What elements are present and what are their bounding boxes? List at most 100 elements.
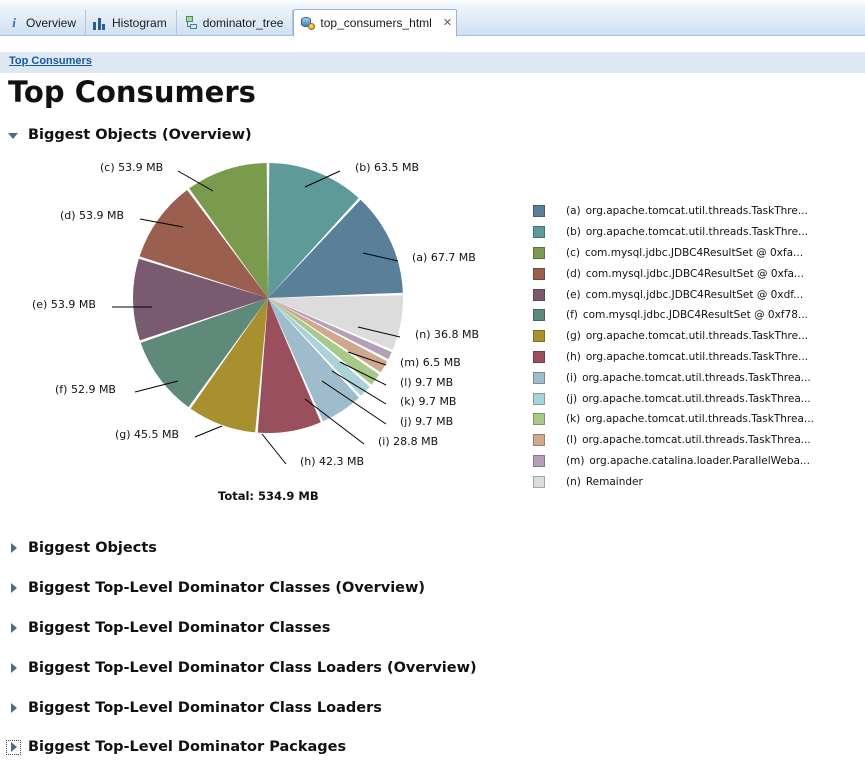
tab-overview[interactable]: i Overview (0, 10, 87, 36)
section-label: Biggest Top-Level Dominator Class Loader… (28, 660, 477, 676)
legend-label: Remainder (585, 475, 643, 488)
application-window: i Overview Histogram dominator_tree top_cons… (0, 0, 865, 769)
page-title: Top Consumers (8, 75, 256, 109)
legend-key: (k) (566, 413, 581, 426)
legend-item[interactable]: (g) org.apache.tomcat.util.threads.TaskTh… (533, 326, 814, 347)
legend-key: (a) (566, 205, 581, 218)
legend-label: org.apache.tomcat.util.threads.TaskThre.… (585, 205, 808, 218)
editor-tab-bar: i Overview Histogram dominator_tree top_cons… (0, 0, 865, 37)
legend-swatch (533, 330, 545, 343)
legend-swatch (533, 434, 545, 447)
chevron-right-icon[interactable] (8, 622, 19, 634)
tab-label: top_consumers_html (320, 16, 432, 30)
legend-swatch (533, 350, 545, 363)
legend-label: org.apache.tomcat.util.threads.TaskThre.… (585, 330, 809, 343)
breadcrumb-link-top-consumers[interactable]: Top Consumers (9, 55, 92, 67)
legend-label: com.mysql.jdbc.JDBC4ResultSet @ 0xfa... (585, 267, 804, 280)
chart-legend: (a) org.apache.tomcat.util.threads.TaskTh… (533, 201, 814, 492)
legend-label: org.apache.catalina.loader.ParallelWeba.… (589, 454, 810, 467)
pie-data-label-a: (a) 67.7 MB (412, 251, 476, 264)
legend-key: (f) (566, 309, 578, 322)
legend-label: com.mysql.jdbc.JDBC4ResultSet @ 0xdf... (585, 288, 804, 301)
legend-key: (h) (566, 350, 581, 363)
pie-data-label-i: (i) 28.8 MB (378, 435, 438, 448)
legend-label: org.apache.tomcat.util.threads.TaskThrea… (582, 392, 811, 405)
pie-data-label-n: (n) 36.8 MB (415, 328, 479, 341)
close-icon[interactable]: ✕ (443, 17, 452, 29)
section-label: Biggest Top-Level Dominator Classes (28, 620, 331, 636)
legend-item[interactable]: (k) org.apache.tomcat.util.threads.TaskTh… (533, 409, 814, 430)
chevron-down-icon[interactable] (8, 130, 19, 141)
legend-swatch (533, 392, 545, 405)
legend-key: (b) (566, 226, 581, 239)
legend-key: (g) (566, 330, 581, 343)
pie-data-label-e: (e) 53.9 MB (32, 298, 96, 311)
section-header-biggest-top-level-dominator-class-loaders[interactable]: Biggest Top-Level Dominator Class Loader… (8, 700, 382, 716)
legend-item[interactable]: (a) org.apache.tomcat.util.threads.TaskTh… (533, 201, 814, 222)
section-header-biggest-top-level-dominator-class-loaders-overview[interactable]: Biggest Top-Level Dominator Class Loader… (8, 660, 477, 676)
pie-data-label-b: (b) 63.5 MB (355, 161, 419, 174)
legend-item[interactable]: (f) com.mysql.jdbc.JDBC4ResultSet @ 0xf78… (533, 305, 814, 326)
legend-swatch (533, 413, 545, 426)
section-header-biggest-objects[interactable]: Biggest Objects (8, 540, 157, 556)
section-label: Biggest Top-Level Dominator Packages (28, 739, 347, 755)
chevron-right-icon[interactable] (8, 542, 19, 554)
chevron-right-icon[interactable] (6, 739, 21, 755)
legend-key: (c) (566, 246, 580, 259)
legend-item[interactable]: (b) org.apache.tomcat.util.threads.TaskTh… (533, 222, 814, 243)
legend-label: org.apache.tomcat.util.threads.TaskThre.… (585, 226, 809, 239)
section-label: Biggest Objects (Overview) (28, 127, 252, 143)
legend-item[interactable]: (e) com.mysql.jdbc.JDBC4ResultSet @ 0xdf.… (533, 284, 814, 305)
legend-item[interactable]: (d) com.mysql.jdbc.JDBC4ResultSet @ 0xfa.… (533, 263, 814, 284)
pie-data-label-d: (d) 53.9 MB (60, 209, 124, 222)
pie-leader-line (261, 433, 287, 465)
legend-swatch (533, 454, 545, 467)
legend-key: (e) (566, 288, 581, 301)
chevron-right-icon[interactable] (8, 662, 19, 674)
legend-item[interactable]: (c) com.mysql.jdbc.JDBC4ResultSet @ 0xfa.… (533, 243, 814, 264)
tree-icon (184, 16, 198, 30)
section-header-biggest-top-level-dominator-packages[interactable]: Biggest Top-Level Dominator Packages (6, 739, 347, 755)
tab-dominator-tree[interactable]: dominator_tree (177, 10, 294, 36)
pie-data-label-l: (l) 9.7 MB (400, 376, 453, 389)
legend-swatch (533, 205, 545, 218)
tab-label: Overview (26, 16, 77, 30)
report-body: Top Consumers Biggest Objects (Overview)… (0, 73, 865, 769)
pie-data-label-f: (f) 52.9 MB (55, 383, 116, 396)
chevron-right-icon[interactable] (8, 582, 19, 594)
tab-label: dominator_tree (202, 16, 284, 30)
legend-item[interactable]: (m) org.apache.catalina.loader.ParallelWe… (533, 451, 814, 472)
pie-leader-line (194, 425, 223, 438)
section-header-biggest-objects-overview[interactable]: Biggest Objects (Overview) (8, 127, 252, 143)
pie-data-label-j: (j) 9.7 MB (400, 415, 453, 428)
legend-swatch (533, 267, 545, 280)
section-label: Biggest Top-Level Dominator Class Loader… (28, 700, 382, 716)
legend-key: (d) (566, 267, 581, 280)
legend-item[interactable]: (h) org.apache.tomcat.util.threads.TaskTh… (533, 347, 814, 368)
legend-swatch (533, 309, 545, 322)
chart-total-label: Total: 534.9 MB (218, 489, 319, 503)
legend-label: org.apache.tomcat.util.threads.TaskThrea… (582, 434, 811, 447)
tab-top-consumers-html[interactable]: top_consumers_html ✕ (293, 9, 458, 37)
section-header-biggest-top-level-dominator-classes-overview[interactable]: Biggest Top-Level Dominator Classes (Ove… (8, 580, 425, 596)
legend-item[interactable]: (j) org.apache.tomcat.util.threads.TaskTh… (533, 388, 814, 409)
section-header-biggest-top-level-dominator-classes[interactable]: Biggest Top-Level Dominator Classes (8, 620, 330, 636)
legend-key: (j) (566, 392, 578, 405)
legend-item[interactable]: (i) org.apache.tomcat.util.threads.TaskTh… (533, 367, 814, 388)
section-label: Biggest Top-Level Dominator Classes (Ove… (28, 580, 426, 596)
legend-key: (m) (566, 454, 585, 467)
histogram-icon (93, 16, 107, 30)
tab-label: Histogram (112, 16, 167, 30)
legend-label: org.apache.tomcat.util.threads.TaskThre.… (585, 350, 809, 363)
chevron-right-icon[interactable] (8, 702, 19, 714)
breadcrumb-bar: Top Consumers (0, 52, 865, 73)
legend-swatch (533, 371, 545, 384)
database-report-icon (301, 16, 316, 30)
legend-label: org.apache.tomcat.util.threads.TaskThrea… (582, 371, 811, 384)
legend-item[interactable]: (l) org.apache.tomcat.util.threads.TaskTh… (533, 430, 814, 451)
info-icon: i (12, 15, 16, 30)
legend-swatch (533, 246, 545, 259)
pie-data-label-k: (k) 9.7 MB (400, 395, 456, 408)
tab-histogram[interactable]: Histogram (86, 10, 177, 36)
legend-item[interactable]: (n) Remainder (533, 471, 814, 492)
